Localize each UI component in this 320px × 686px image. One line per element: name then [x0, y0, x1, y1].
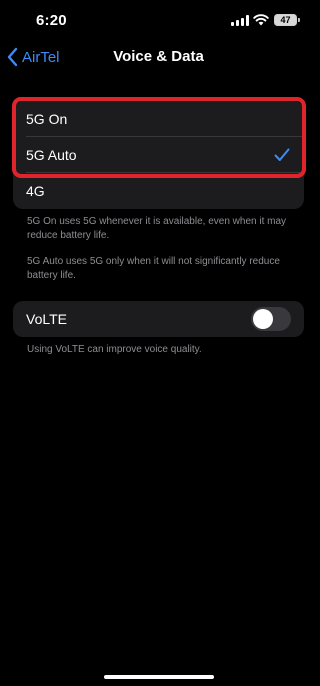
nav-bar: AirTel Voice & Data — [0, 44, 317, 70]
page-title: Voice & Data — [113, 48, 204, 65]
cellular-signal-icon — [231, 15, 249, 26]
checkmark-icon — [274, 148, 290, 161]
option-5g-auto[interactable]: 5G Auto — [13, 137, 304, 173]
volte-toggle[interactable] — [251, 307, 291, 331]
screen: 6:20 47 AirTel Voice & Data 5G On 5G Aut… — [0, 0, 317, 686]
battery-icon: 47 — [274, 14, 297, 26]
option-4g[interactable]: 4G — [13, 173, 304, 209]
network-mode-list: 5G On 5G Auto 4G — [13, 101, 304, 209]
footnote-volte: Using VoLTE can improve voice quality. — [27, 344, 202, 355]
status-bar: 6:20 47 — [0, 0, 317, 44]
volte-row: VoLTE — [13, 301, 304, 337]
footnote-5g-auto: 5G Auto uses 5G only when it will not si… — [27, 256, 280, 281]
status-time: 6:20 — [36, 12, 67, 29]
option-label: 5G On — [26, 111, 68, 127]
home-indicator[interactable] — [104, 675, 214, 679]
option-5g-on[interactable]: 5G On — [13, 101, 304, 137]
option-label: 4G — [26, 183, 45, 199]
volte-group: VoLTE — [13, 301, 304, 337]
volte-label: VoLTE — [26, 311, 67, 327]
battery-tip — [298, 18, 300, 22]
footnote-5g-on: 5G On uses 5G whenever it is available, … — [27, 216, 287, 241]
option-label: 5G Auto — [26, 147, 77, 163]
toggle-knob — [253, 309, 273, 329]
wifi-icon — [253, 14, 269, 26]
